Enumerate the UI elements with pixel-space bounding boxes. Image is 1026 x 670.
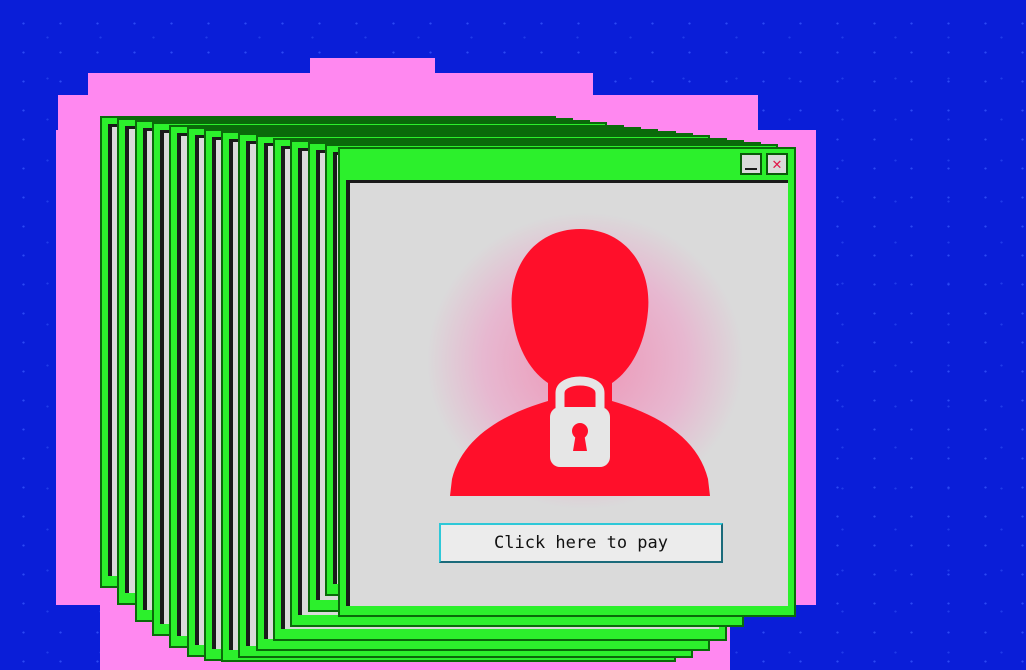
window-content: Click here to pay bbox=[346, 180, 788, 606]
close-icon: ✕ bbox=[772, 154, 782, 173]
minimize-button[interactable] bbox=[740, 153, 762, 175]
front-window: ✕ Click here to pay bbox=[338, 147, 796, 617]
pink-halo bbox=[310, 58, 435, 78]
close-button[interactable]: ✕ bbox=[766, 153, 788, 175]
minimize-icon bbox=[745, 168, 757, 170]
pay-button[interactable]: Click here to pay bbox=[439, 523, 723, 563]
locked-user-icon bbox=[450, 229, 710, 496]
